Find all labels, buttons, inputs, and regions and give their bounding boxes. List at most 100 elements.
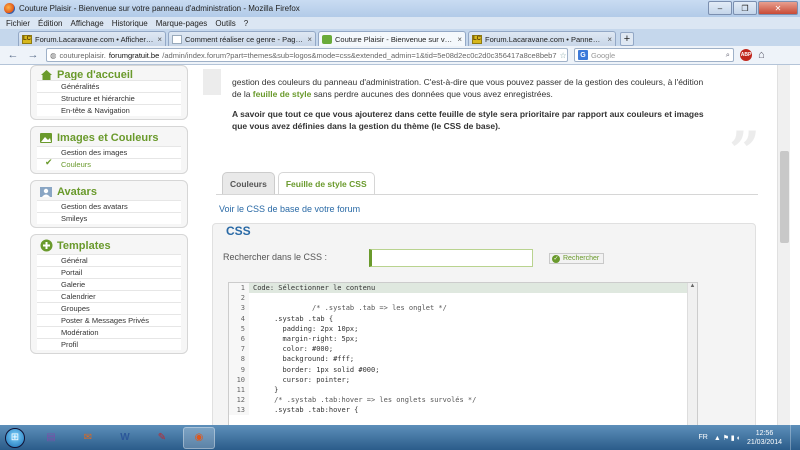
browser-tab[interactable]: LC Forum.Lacaravane.com • Afficher le s.… — [18, 31, 166, 46]
sidebar-item-general[interactable]: Général — [37, 254, 181, 266]
code-line: 7 color: #000; — [229, 344, 697, 355]
sidebar-item-galerie[interactable]: Galerie — [37, 278, 181, 290]
sidebar-item-entete[interactable]: En-tête & Navigation — [37, 104, 181, 116]
intro-text: gestion des couleurs du panneau d'admini… — [232, 76, 706, 140]
tab-feuille-css[interactable]: Feuille de style CSS — [277, 172, 375, 194]
tab-close-icon[interactable]: × — [607, 35, 612, 44]
page-scrollbar[interactable] — [777, 65, 790, 425]
forum-icon: LC — [472, 34, 482, 44]
tab-close-icon[interactable]: × — [307, 35, 312, 44]
code-line: 2 — [229, 293, 697, 304]
taskbar-winrar[interactable]: ▤ — [35, 427, 67, 449]
show-desktop-button[interactable] — [790, 425, 800, 450]
menu-marque-pages[interactable]: Marque-pages — [156, 19, 208, 28]
search-magnifier-icon[interactable]: ⌕ — [726, 50, 730, 60]
quote-decoration-icon — [203, 69, 221, 95]
tab-label: Comment réaliser ce genre - Page 2 — [185, 34, 305, 44]
code-header[interactable]: Code: Sélectionner le contenu — [249, 283, 697, 294]
css-panel-title: CSS — [223, 224, 254, 238]
sidebar-item-calendrier[interactable]: Calendrier — [37, 290, 181, 302]
check-icon: ✔ — [45, 157, 53, 167]
tab-label: Couture Plaisir - Bienvenue sur votre ..… — [335, 34, 455, 44]
sidebar-item-generalites[interactable]: Généralités — [37, 80, 181, 92]
new-tab-button[interactable]: + — [620, 32, 634, 46]
sidebar-item-poster[interactable]: Poster & Messages Privés — [37, 314, 181, 326]
taskbar-word[interactable]: W — [109, 427, 141, 449]
search-bar[interactable]: G Google ⌕ — [574, 48, 734, 62]
language-indicator[interactable]: FR — [698, 434, 707, 441]
sidebar-section-images: Images et Couleurs Gestion des images ✔ … — [30, 126, 188, 174]
menu-help[interactable]: ? — [244, 19, 248, 28]
page-scrollbar-thumb[interactable] — [780, 151, 789, 243]
browser-tab[interactable]: Comment réaliser ce genre - Page 2 × — [168, 31, 316, 46]
clock-date: 21/03/2014 — [746, 438, 782, 446]
tab-close-icon[interactable]: × — [157, 35, 162, 44]
close-window-button[interactable]: ✕ — [758, 1, 798, 15]
browser-tabstrip: LC Forum.Lacaravane.com • Afficher le s.… — [0, 29, 800, 46]
forward-button[interactable]: → — [26, 48, 40, 62]
globe-icon: ◍ — [50, 50, 57, 60]
sidebar-item-moderation[interactable]: Modération — [37, 326, 181, 338]
navigation-bar: ← → ◍ coutureplaisir. forumgratuit.be/adm… — [0, 46, 800, 65]
url-prefix: coutureplaisir. — [59, 50, 106, 60]
adblock-icon[interactable]: ABP — [740, 49, 752, 61]
sidebar-item-couleurs[interactable]: ✔ Couleurs — [37, 158, 181, 170]
clock-time: 12:56 — [755, 429, 774, 437]
sidebar-item-profil[interactable]: Profil — [37, 338, 181, 350]
sidebar-item-gestion-images[interactable]: Gestion des images — [37, 146, 181, 158]
acrobat-icon: ✎ — [157, 432, 167, 443]
bookmark-star-icon[interactable]: ☆ — [560, 51, 567, 60]
menu-affichage[interactable]: Affichage — [70, 19, 103, 28]
menu-historique[interactable]: Historique — [112, 19, 148, 28]
menu-fichier[interactable]: Fichier — [6, 19, 30, 28]
google-icon[interactable]: G — [578, 50, 588, 60]
page-icon — [172, 34, 182, 44]
clock[interactable]: 12:56 21/03/2014 — [747, 429, 782, 447]
minimize-button[interactable]: – — [708, 1, 732, 15]
main-panel: ” gestion des couleurs du panneau d'admi… — [200, 65, 766, 425]
maximize-button[interactable]: ❐ — [733, 1, 757, 15]
firefox-icon: ◉ — [194, 432, 204, 443]
start-button[interactable]: ⊞ — [0, 425, 30, 450]
images-icon — [39, 131, 53, 144]
code-line: 12 /* .systab .tab:hover => les onglets … — [229, 395, 697, 406]
css-search-input[interactable] — [369, 249, 533, 267]
code-line: 6 margin-right: 5px; — [229, 333, 697, 345]
base-css-link[interactable]: Voir le CSS de base de votre forum — [219, 204, 360, 214]
window-controls: – ❐ ✕ — [708, 1, 798, 15]
sidebar-item-structure[interactable]: Structure et hiérarchie — [37, 92, 181, 104]
sidebar-item-portail[interactable]: Portail — [37, 266, 181, 278]
firefox-logo-icon — [4, 3, 15, 14]
scroll-up-icon[interactable]: ▲ — [688, 283, 697, 289]
tab-couleurs[interactable]: Couleurs — [222, 172, 275, 194]
css-search-button[interactable]: ✓ Rechercher — [549, 253, 605, 264]
search-placeholder: Google — [591, 50, 616, 60]
tab-close-icon[interactable]: × — [457, 35, 462, 44]
plus-icon — [39, 239, 53, 252]
sidebar-item-smileys[interactable]: Smileys — [37, 212, 181, 224]
menu-edition[interactable]: Édition — [38, 19, 62, 28]
menu-outils[interactable]: Outils — [215, 19, 235, 28]
browser-tab[interactable]: LC Forum.Lacaravane.com • Panneau de... … — [468, 31, 616, 46]
code-line: 4 .systab .tab { — [229, 313, 697, 324]
url-bar[interactable]: ◍ coutureplaisir. forumgratuit.be/admin/i… — [46, 48, 568, 62]
windows-logo-icon: ⊞ — [5, 427, 25, 448]
sidebar-item-groupes[interactable]: Groupes — [37, 302, 181, 314]
taskbar-acrobat[interactable]: ✎ — [146, 427, 178, 449]
css-search-label: Rechercher dans le CSS : — [223, 252, 328, 262]
browser-tab-active[interactable]: Couture Plaisir - Bienvenue sur votre ..… — [318, 31, 466, 46]
intro-paragraph: gestion des couleurs du panneau d'admini… — [232, 77, 704, 99]
taskbar-thunderbird[interactable]: ✉ — [72, 427, 104, 449]
sidebar-item-gestion-avatars[interactable]: Gestion des avatars — [37, 200, 181, 212]
home-icon[interactable]: ⌂ — [758, 49, 765, 61]
css-code-editor[interactable]: 1 Code: Sélectionner le contenu 2 3 /* .… — [228, 282, 698, 425]
menu-bar: Fichier Édition Affichage Historique Mar… — [0, 17, 800, 29]
tray-icons[interactable]: ▲ ⚑ ▮ ◐ — [714, 434, 741, 442]
window-titlebar: Couture Plaisir - Bienvenue sur votre pa… — [0, 0, 800, 17]
back-button[interactable]: ← — [6, 48, 20, 62]
taskbar-firefox[interactable]: ◉ — [183, 426, 215, 449]
intro-paragraph-bold: A savoir que tout ce que vous ajouterez … — [232, 109, 704, 131]
mail-icon: ✉ — [83, 432, 93, 443]
code-scrollbar[interactable]: ▲ — [687, 283, 697, 425]
sidebar-section-title: Avatars — [37, 185, 181, 198]
